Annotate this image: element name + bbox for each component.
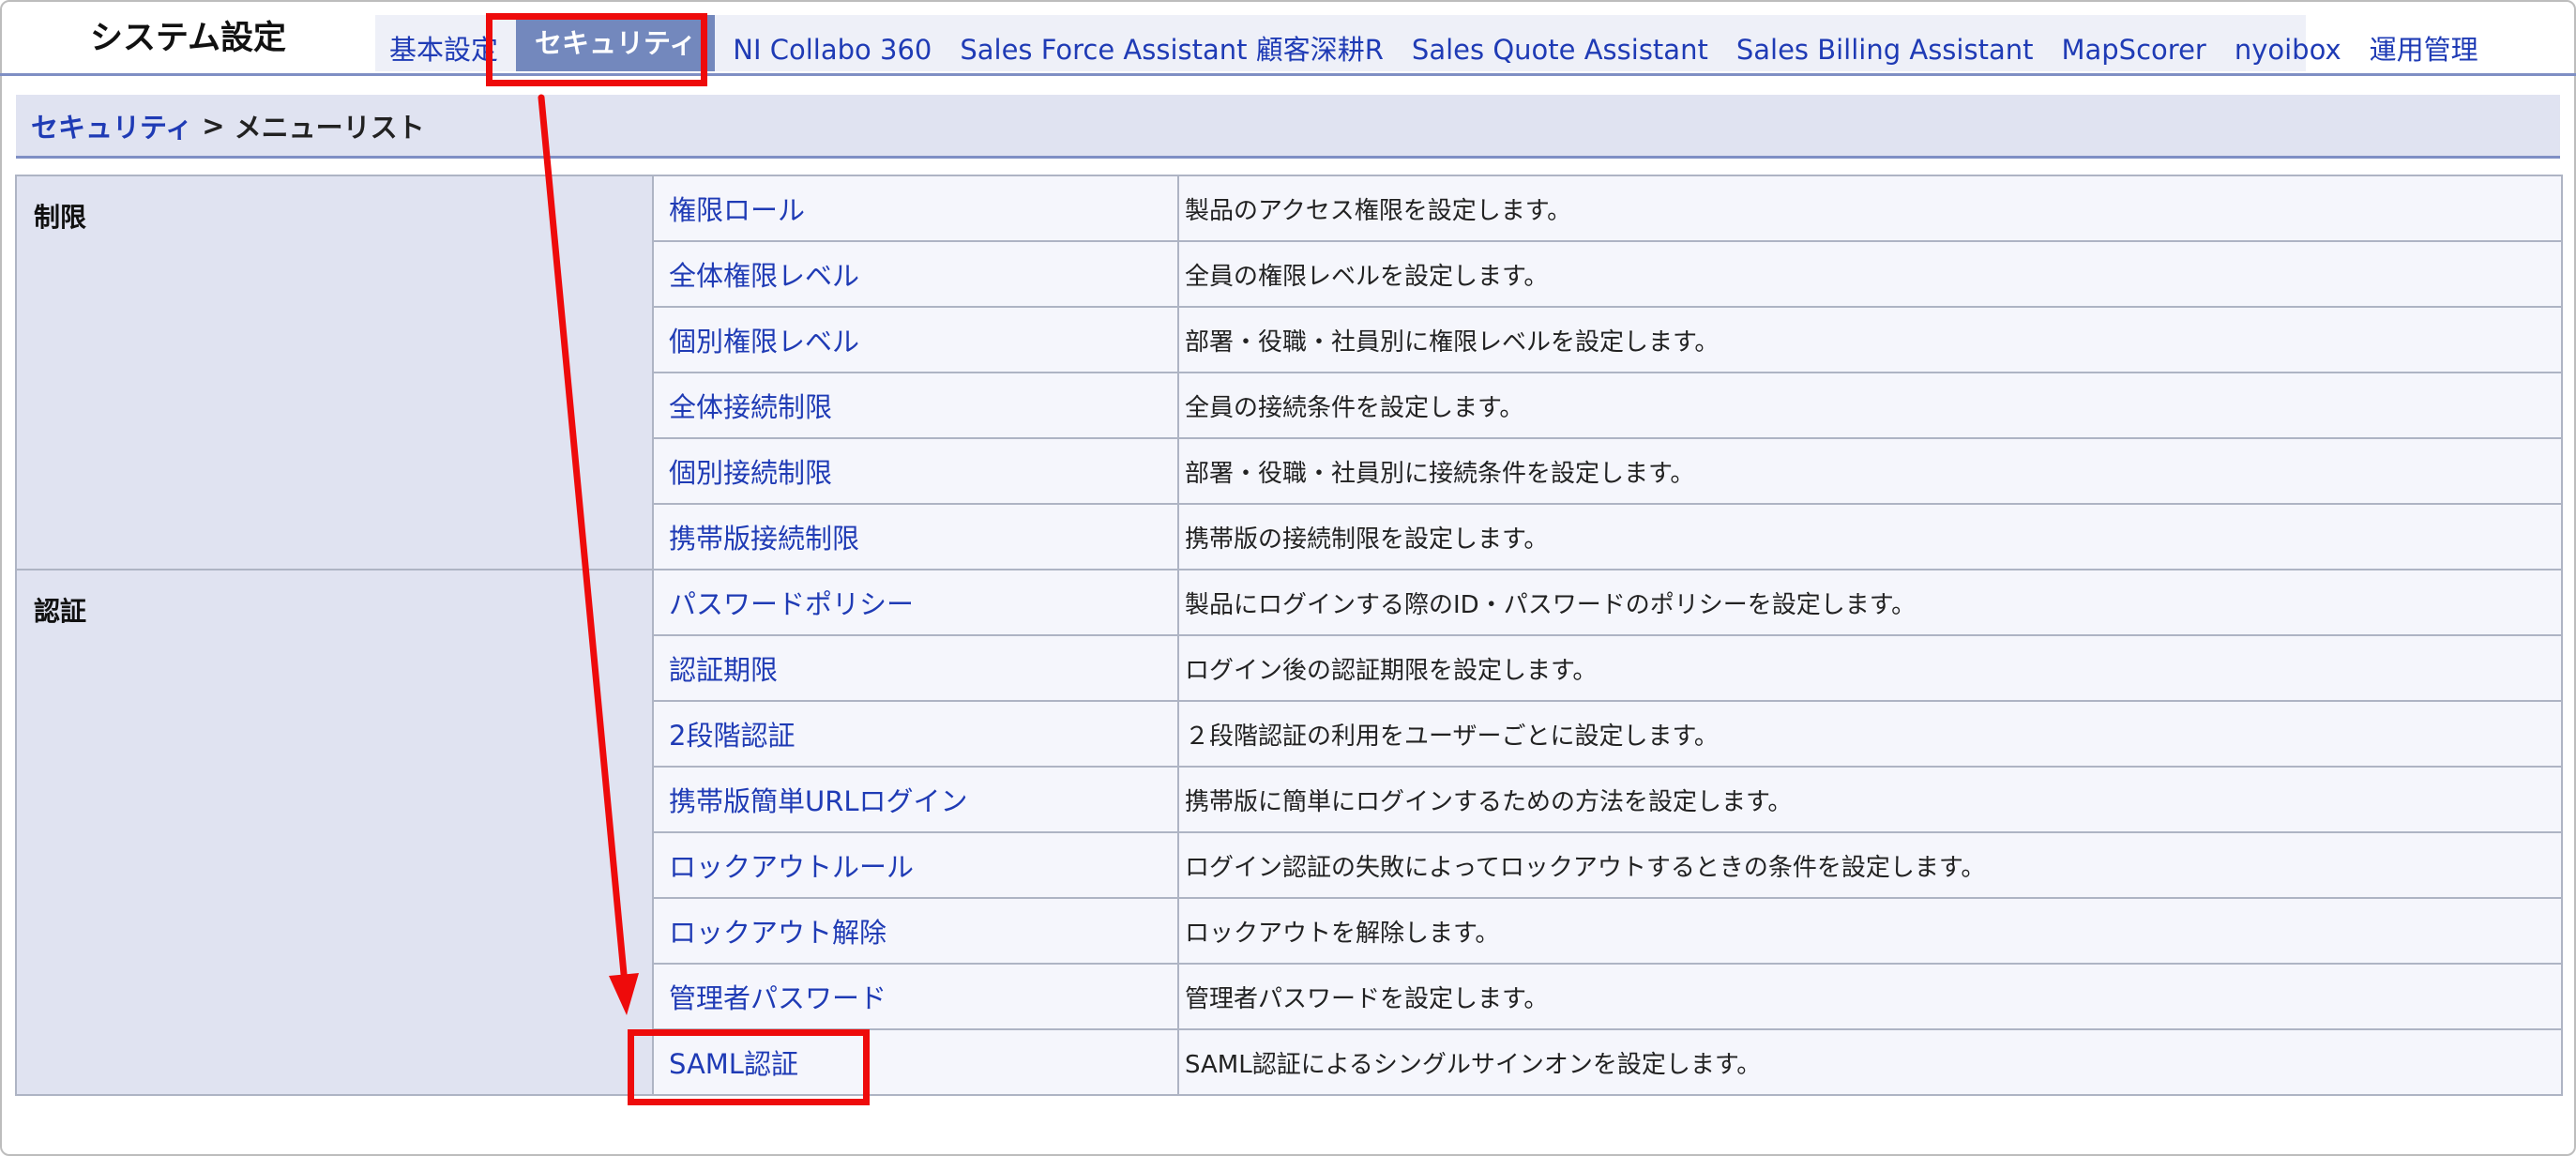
annotation-arrow: [538, 94, 639, 1015]
annotation-arrow-head: [609, 973, 639, 1015]
annotation-arrow-shaft: [538, 94, 628, 978]
